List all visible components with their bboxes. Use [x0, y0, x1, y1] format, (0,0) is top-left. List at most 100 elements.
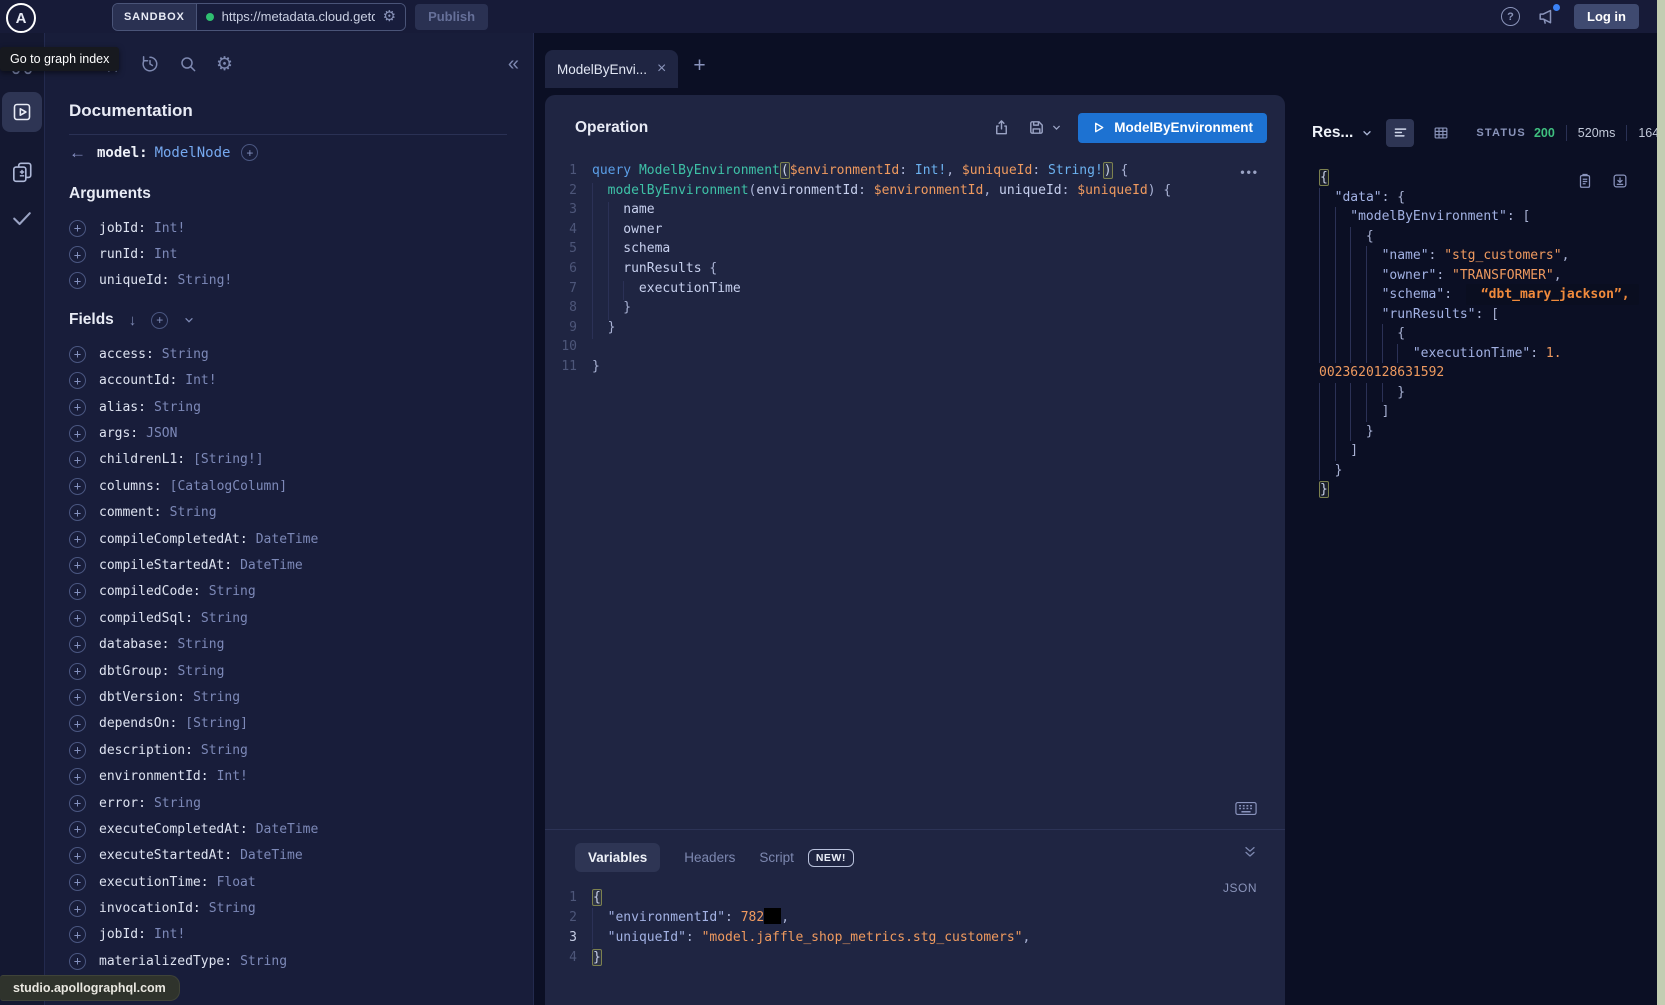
code-line[interactable]: 7executionTime	[545, 281, 1285, 301]
field-row[interactable]: +jobId:Int!	[69, 922, 507, 948]
add-field-icon[interactable]: +	[69, 220, 86, 237]
tab-modelbyenvironment[interactable]: ModelByEnvi... ×	[545, 50, 678, 88]
field-type[interactable]: Int	[154, 247, 177, 262]
field-type[interactable]: DateTime	[240, 558, 303, 573]
field-type[interactable]: Float	[217, 875, 256, 890]
code-line[interactable]: 4}	[545, 948, 1285, 968]
field-row[interactable]: +executeStartedAt:DateTime	[69, 843, 507, 869]
field-row[interactable]: +access:String	[69, 341, 507, 367]
argument-row[interactable]: +uniqueId:String!	[69, 268, 507, 294]
field-row[interactable]: +dbtGroup:String	[69, 658, 507, 684]
field-row[interactable]: +comment:String	[69, 500, 507, 526]
field-type[interactable]: [String]	[185, 716, 248, 731]
add-all-fields-icon[interactable]: +	[151, 312, 168, 329]
add-field-icon[interactable]: +	[69, 689, 86, 706]
field-row[interactable]: +error:String	[69, 790, 507, 816]
field-row[interactable]: +args:JSON	[69, 420, 507, 446]
field-type[interactable]: String	[240, 954, 287, 969]
add-field-icon[interactable]: +	[69, 451, 86, 468]
field-row[interactable]: +accountId:Int!	[69, 368, 507, 394]
code-line[interactable]: 6runResults {	[545, 261, 1285, 281]
code-line[interactable]: 0023620128631592	[1319, 363, 1655, 383]
field-row[interactable]: +compiledCode:String	[69, 579, 507, 605]
search-icon[interactable]	[178, 54, 198, 74]
add-field-icon[interactable]: +	[69, 663, 86, 680]
keyboard-shortcuts-icon[interactable]	[1235, 801, 1257, 816]
code-line[interactable]: "name": "stg_customers",	[1319, 246, 1655, 266]
code-line[interactable]: 9}	[545, 320, 1285, 340]
sort-fields-icon[interactable]: ↓	[129, 312, 137, 329]
tab-variables[interactable]: Variables	[575, 843, 660, 872]
history-icon[interactable]	[140, 54, 160, 74]
schema-diff-icon[interactable]	[10, 160, 34, 184]
code-line[interactable]: 3name	[545, 202, 1285, 222]
share-icon[interactable]	[992, 118, 1011, 137]
code-line[interactable]: {	[1319, 227, 1655, 247]
add-field-icon[interactable]: +	[69, 246, 86, 263]
raw-view-button[interactable]	[1386, 119, 1414, 147]
add-field-icon[interactable]: +	[69, 272, 86, 289]
field-row[interactable]: +database:String	[69, 631, 507, 657]
add-field-icon[interactable]: +	[69, 847, 86, 864]
code-line[interactable]: 4owner	[545, 222, 1285, 242]
chevron-down-icon[interactable]	[183, 314, 195, 326]
copy-response-icon[interactable]	[1576, 172, 1594, 190]
code-line[interactable]: }	[1319, 422, 1655, 442]
endpoint-input[interactable]: https://metadata.cloud.getdbt.com ⚙	[196, 4, 405, 30]
editor-menu-icon[interactable]: •••	[1240, 165, 1259, 179]
add-field-icon[interactable]: +	[69, 346, 86, 363]
add-field-icon[interactable]: +	[69, 478, 86, 495]
field-row[interactable]: +executeCompletedAt:DateTime	[69, 816, 507, 842]
field-type[interactable]: String	[177, 664, 224, 679]
announcements-icon[interactable]	[1537, 7, 1557, 27]
field-type[interactable]: String	[193, 690, 240, 705]
add-field-icon[interactable]: +	[69, 900, 86, 917]
field-type[interactable]: DateTime	[256, 822, 319, 837]
download-response-icon[interactable]	[1611, 172, 1629, 190]
field-type[interactable]: DateTime	[256, 532, 319, 547]
code-line[interactable]: "executionTime": 1.	[1319, 344, 1655, 364]
add-field-icon[interactable]: +	[69, 557, 86, 574]
field-row[interactable]: +dbtVersion:String	[69, 684, 507, 710]
new-tab-button[interactable]: +	[693, 55, 705, 76]
field-type[interactable]: JSON	[146, 426, 177, 441]
field-type[interactable]: [String!]	[193, 452, 263, 467]
tab-script[interactable]: Script	[759, 850, 794, 865]
field-type[interactable]: String	[201, 611, 248, 626]
field-type[interactable]: String	[154, 796, 201, 811]
code-line[interactable]: {	[1319, 324, 1655, 344]
field-row[interactable]: +childrenL1:[String!]	[69, 447, 507, 473]
code-line[interactable]: 11}	[545, 359, 1285, 379]
add-field-icon[interactable]: +	[69, 583, 86, 600]
code-line[interactable]: 8}	[545, 300, 1285, 320]
field-row[interactable]: +description:String	[69, 737, 507, 763]
field-type[interactable]: String	[201, 743, 248, 758]
field-type[interactable]: String!	[177, 273, 232, 288]
run-operation-button[interactable]: ModelByEnvironment	[1078, 113, 1267, 143]
code-line[interactable]: "data": {	[1319, 188, 1655, 208]
code-line[interactable]: 2"environmentId": 782,	[545, 908, 1285, 928]
publish-button[interactable]: Publish	[415, 4, 488, 30]
field-type[interactable]: String	[209, 901, 256, 916]
login-button[interactable]: Log in	[1574, 4, 1639, 29]
field-row[interactable]: +environmentId:Int!	[69, 763, 507, 789]
code-line[interactable]: "runResults": [	[1319, 305, 1655, 325]
code-line[interactable]: 1query ModelByEnvironment($environmentId…	[545, 163, 1285, 183]
code-line[interactable]: }	[1319, 461, 1655, 481]
add-field-icon[interactable]: +	[69, 636, 86, 653]
collapse-panel-icon[interactable]	[1242, 844, 1258, 860]
add-field-icon[interactable]: +	[69, 610, 86, 627]
field-row[interactable]: +dependsOn:[String]	[69, 711, 507, 737]
field-type[interactable]: String	[154, 400, 201, 415]
add-field-icon[interactable]: +	[69, 715, 86, 732]
field-type[interactable]: DateTime	[240, 848, 303, 863]
code-line[interactable]: 3"uniqueId": "model.jaffle_shop_metrics.…	[545, 928, 1285, 948]
field-type[interactable]: Int!	[185, 373, 216, 388]
code-line[interactable]: }	[1319, 480, 1655, 500]
argument-row[interactable]: +runId:Int	[69, 241, 507, 267]
code-line[interactable]: 10	[545, 339, 1285, 359]
field-type[interactable]: String	[177, 637, 224, 652]
variables-editor[interactable]: 1{2"environmentId": 782,3"uniqueId": "mo…	[545, 888, 1285, 968]
save-chevron-icon[interactable]	[1051, 122, 1062, 133]
apollo-logo-icon[interactable]: A	[6, 3, 36, 33]
